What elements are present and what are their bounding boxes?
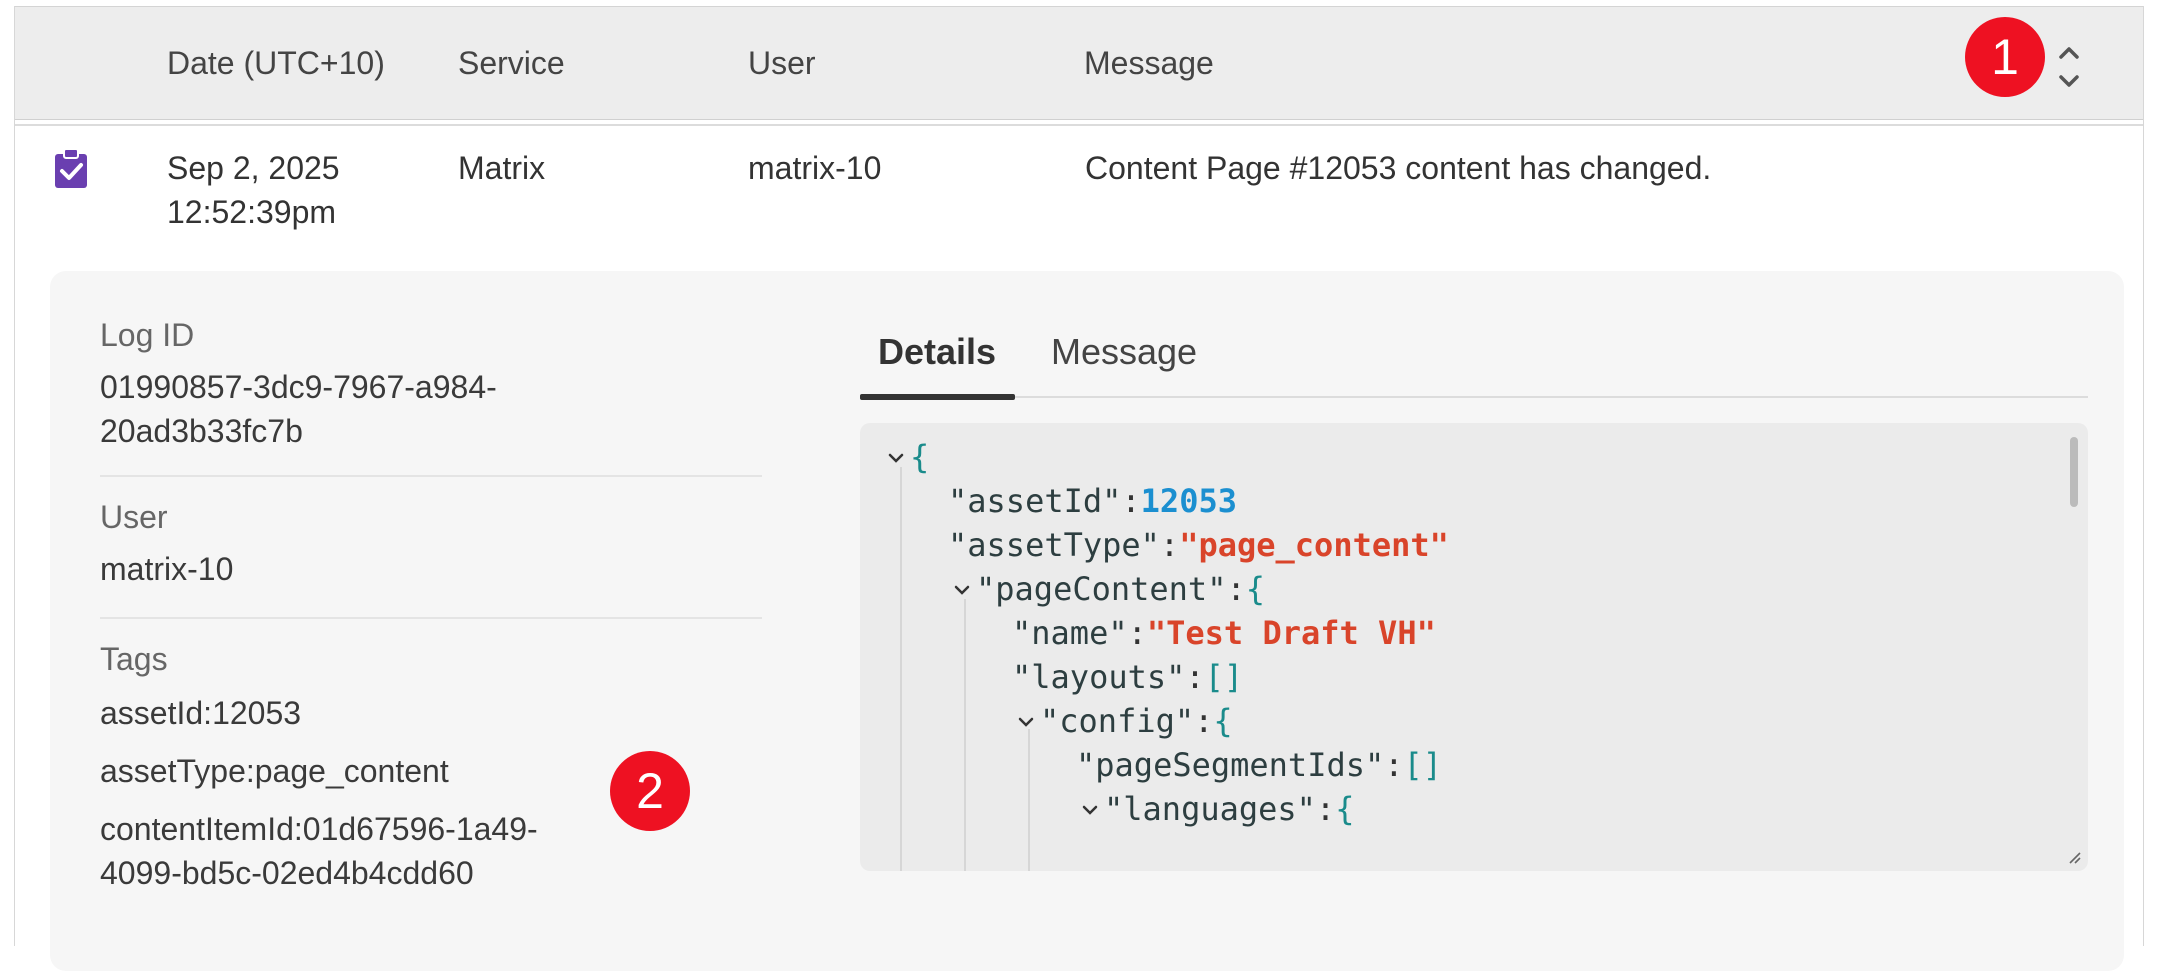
json-scrollbar[interactable] (2070, 437, 2078, 507)
json-number-value: 12053 (1140, 482, 1237, 520)
json-string-value: "page_content" (1179, 526, 1449, 564)
log-table: Date (UTC+10) Service User Message 1 Sep… (14, 6, 2144, 971)
json-line-page-segment-ids: "pageSegmentIds":[] (1076, 743, 1442, 787)
column-header-date[interactable]: Date (UTC+10) (167, 45, 385, 82)
tab-message[interactable]: Message (1051, 331, 1197, 373)
log-id-value[interactable]: 01990857-3dc9-7967-a984- 20ad3b33fc7b (100, 365, 497, 453)
json-colon: : (1226, 570, 1246, 608)
row-user: matrix-10 (748, 150, 882, 186)
indent-guide (900, 467, 902, 871)
active-tab-indicator (860, 394, 1015, 400)
row-date-line1: Sep 2, 2025 (167, 150, 340, 186)
field-divider (100, 617, 762, 619)
log-id-line2: 20ad3b33fc7b (100, 413, 303, 449)
annotation-badge-2: 2 (610, 751, 690, 831)
json-brace: { (1213, 702, 1233, 740)
collapse-toggle-icon[interactable] (1018, 717, 1034, 727)
json-brace: { (1245, 570, 1265, 608)
row-message: Content Page #12053 content has changed. (1085, 150, 1712, 186)
tag-asset-id[interactable]: assetId:12053 (100, 691, 301, 735)
json-viewer[interactable]: { "assetId":12053 "assetType":"page_cont… (860, 423, 2088, 871)
json-line-asset-type: "assetType":"page_content" (948, 523, 1449, 567)
json-line-layouts: "layouts":[] (1012, 655, 1243, 699)
json-string-value: "Test Draft VH" (1146, 614, 1436, 652)
log-id-label: Log ID (100, 317, 195, 353)
indent-guide (964, 599, 966, 871)
header-divider (15, 124, 2143, 126)
collapse-toggle-icon[interactable] (954, 585, 970, 595)
field-divider (100, 475, 762, 477)
tab-bar-divider (860, 396, 2088, 398)
json-key: "name" (1012, 614, 1128, 652)
user-value[interactable]: matrix-10 (100, 547, 233, 591)
json-brace: { (910, 438, 930, 476)
json-key: "assetId" (948, 482, 1122, 520)
column-header-message[interactable]: Message (1084, 45, 1214, 82)
json-line-config: "config":{ (1040, 699, 1233, 743)
log-id-line1: 01990857-3dc9-7967-a984- (100, 369, 497, 405)
json-key: "config" (1040, 702, 1195, 740)
tag-content-item-id-line1: contentItemId:01d67596-1a49- (100, 811, 538, 847)
json-key: "pageContent" (976, 570, 1227, 608)
annotation-badge-1: 1 (1965, 17, 2045, 97)
tag-content-item-id-line2: 4099-bd5c-02ed4b4cdd60 (100, 855, 474, 891)
json-line-page-content: "pageContent":{ (976, 567, 1265, 611)
tags-label: Tags (100, 641, 168, 677)
row-date-line2: 12:52:39pm (167, 194, 337, 230)
log-detail-panel: Log ID 01990857-3dc9-7967-a984- 20ad3b33… (50, 271, 2124, 971)
column-header-user[interactable]: User (748, 45, 816, 82)
json-line-name: "name":"Test Draft VH" (1012, 611, 1436, 655)
json-colon: : (1384, 746, 1404, 784)
json-key: "languages" (1104, 790, 1316, 828)
column-header-service[interactable]: Service (458, 45, 565, 82)
sort-icon[interactable] (2055, 43, 2083, 93)
collapse-toggle-icon[interactable] (1082, 805, 1098, 815)
tab-details[interactable]: Details (878, 331, 996, 373)
json-brace: { (1335, 790, 1355, 828)
resize-handle-icon[interactable] (2066, 849, 2082, 865)
json-key: "pageSegmentIds" (1076, 746, 1385, 784)
tag-asset-type[interactable]: assetType:page_content (100, 749, 449, 793)
json-key: "layouts" (1012, 658, 1186, 696)
collapse-toggle-icon[interactable] (888, 453, 904, 463)
json-root-open: { (910, 435, 929, 479)
json-line-languages: "languages":{ (1104, 787, 1354, 831)
row-service: Matrix (458, 150, 546, 186)
clipboard-check-icon[interactable] (53, 148, 89, 190)
row-date: Sep 2, 2025 12:52:39pm (167, 146, 340, 234)
json-colon: : (1315, 790, 1336, 828)
json-empty-array: [] (1403, 746, 1443, 784)
json-colon: : (1194, 702, 1214, 740)
tag-content-item-id[interactable]: contentItemId:01d67596-1a49- 4099-bd5c-0… (100, 807, 538, 895)
indent-guide (1028, 729, 1030, 871)
json-key: "assetType" (948, 526, 1160, 564)
json-line-asset-id: "assetId":12053 (948, 479, 1237, 523)
json-empty-array: [] (1204, 658, 1244, 696)
table-header: Date (UTC+10) Service User Message 1 (15, 6, 2143, 120)
json-colon: : (1185, 658, 1205, 696)
user-label: User (100, 499, 168, 535)
json-colon: : (1127, 614, 1147, 652)
json-colon: : (1159, 526, 1180, 564)
json-colon: : (1121, 482, 1141, 520)
